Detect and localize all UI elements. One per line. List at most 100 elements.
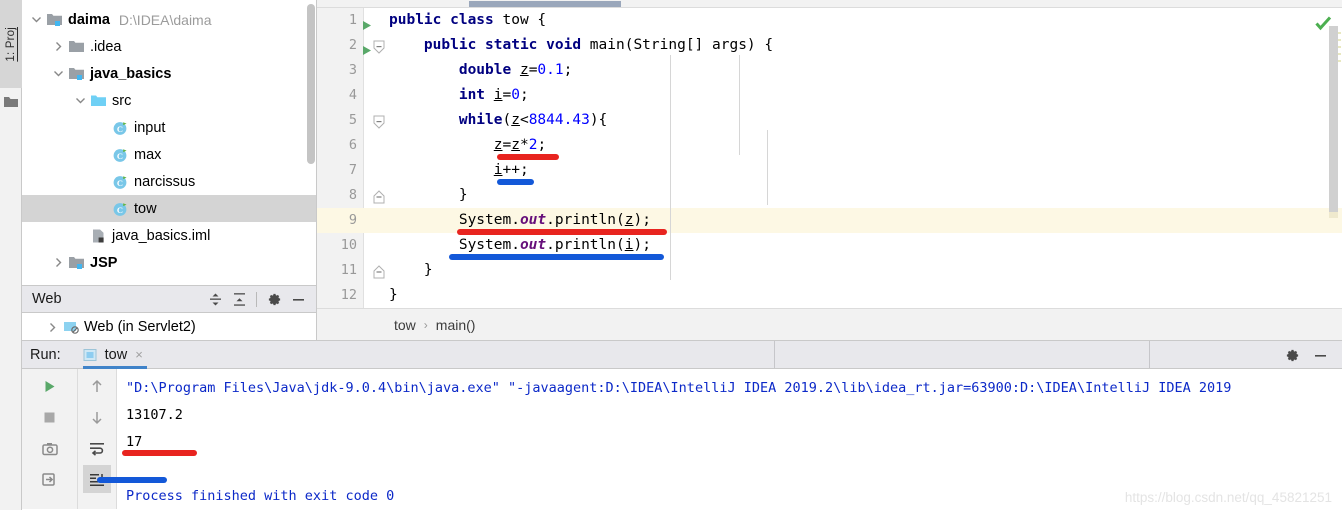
gear-icon[interactable] bbox=[1278, 342, 1306, 370]
tree-item--idea[interactable]: .idea bbox=[22, 33, 316, 60]
fold-end-icon[interactable] bbox=[373, 188, 387, 204]
code-line-11[interactable]: 11 } bbox=[317, 258, 1342, 283]
chevron-right-icon[interactable] bbox=[50, 38, 67, 55]
tree-no-arrow bbox=[94, 173, 111, 190]
tree-item-max[interactable]: Cmax bbox=[22, 141, 316, 168]
run-gutter-icon[interactable] bbox=[361, 40, 372, 55]
editor-vertical-scrollbar[interactable] bbox=[1329, 26, 1338, 212]
editor-marker-strip bbox=[1338, 32, 1341, 67]
code-line-7[interactable]: 7 i++; bbox=[317, 158, 1342, 183]
code-line-3[interactable]: 3 double z=0.1; bbox=[317, 58, 1342, 83]
web-panel-title: Web bbox=[32, 291, 62, 307]
code-line-1[interactable]: 1 public class tow { bbox=[317, 8, 1342, 33]
chevron-down-icon[interactable] bbox=[72, 92, 89, 109]
arrow-up-icon[interactable] bbox=[83, 372, 111, 400]
minimize-icon[interactable] bbox=[286, 288, 310, 310]
tree-no-arrow bbox=[94, 200, 111, 217]
module-folder-icon bbox=[67, 254, 86, 271]
code-line-2[interactable]: 2 public static void main(String[] args)… bbox=[317, 33, 1342, 58]
code-text: } bbox=[389, 187, 468, 203]
code-line-12[interactable]: 12} bbox=[317, 283, 1342, 308]
soft-wrap-icon[interactable] bbox=[83, 434, 111, 462]
fold-expanded-icon[interactable] bbox=[373, 38, 387, 54]
console-line: 17 bbox=[126, 434, 143, 450]
tree-item-narcissus[interactable]: Cnarcissus bbox=[22, 168, 316, 195]
java-class-icon: C bbox=[111, 200, 130, 217]
tree-item-java-basics-iml[interactable]: java_basics.iml bbox=[22, 222, 316, 249]
tree-item-label: .idea bbox=[90, 38, 122, 55]
code-text: double z=0.1; bbox=[458, 62, 573, 78]
line-number: 10 bbox=[340, 237, 357, 253]
tree-item-label: max bbox=[134, 146, 162, 163]
collapse-all-icon[interactable] bbox=[227, 288, 251, 310]
project-tree-panel[interactable]: daima D:\IDEA\daima .idea java_basics src Cin… bbox=[22, 0, 317, 286]
code-line-5[interactable]: 5 while(z<8844.43){ bbox=[317, 108, 1342, 133]
tree-item-daima[interactable]: daima D:\IDEA\daima bbox=[22, 6, 316, 33]
web-panel-header: Web bbox=[22, 286, 316, 313]
tree-item-java-basics[interactable]: java_basics bbox=[22, 60, 316, 87]
breadcrumb-item-class[interactable]: tow bbox=[394, 317, 416, 333]
tree-item-src[interactable]: src bbox=[22, 87, 316, 114]
project-tree[interactable]: daima D:\IDEA\daima .idea java_basics src Cin… bbox=[22, 0, 316, 276]
rerun-button[interactable] bbox=[36, 372, 64, 400]
run-header-buttons bbox=[1278, 341, 1342, 370]
tree-item-tow[interactable]: Ctow bbox=[22, 195, 316, 222]
red-underline-output-z bbox=[122, 450, 197, 456]
run-gutter-icon[interactable] bbox=[361, 15, 372, 30]
blue-underline-code-i bbox=[497, 179, 534, 185]
code-text: public class tow { bbox=[389, 12, 547, 28]
camera-icon[interactable] bbox=[36, 434, 64, 462]
chevron-down-icon[interactable] bbox=[50, 65, 67, 82]
console-output[interactable]: "D:\Program Files\Java\jdk-9.0.4\bin\jav… bbox=[117, 369, 1342, 509]
line-number: 2 bbox=[348, 37, 357, 53]
chevron-down-icon[interactable] bbox=[28, 11, 45, 28]
run-tool-window: Run: tow × "D:\Program Files\Java\jdk-9.… bbox=[22, 340, 1342, 510]
web-tree-row-label: Web (in Servlet2) bbox=[84, 319, 196, 335]
indent-guide bbox=[670, 55, 671, 280]
red-underline-code-z bbox=[497, 154, 559, 160]
web-tree-row[interactable]: Web (in Servlet2) bbox=[22, 313, 316, 341]
fold-end-icon[interactable] bbox=[373, 263, 387, 279]
export-button[interactable] bbox=[36, 465, 64, 493]
code-editor[interactable]: 1 public class tow {2 public static void … bbox=[317, 8, 1342, 308]
java-class-icon: C bbox=[111, 146, 130, 163]
stop-button[interactable] bbox=[36, 403, 64, 431]
indent-guide bbox=[739, 55, 740, 155]
arrow-down-icon[interactable] bbox=[83, 403, 111, 431]
code-text: public static void main(String[] args) { bbox=[423, 37, 774, 53]
project-tree-scrollbar[interactable] bbox=[307, 4, 315, 164]
editor-horizontal-scrollbar[interactable] bbox=[469, 1, 621, 7]
gear-icon[interactable] bbox=[262, 288, 286, 310]
code-lines[interactable]: 1 public class tow {2 public static void … bbox=[317, 8, 1342, 308]
code-line-8[interactable]: 8 } bbox=[317, 183, 1342, 208]
run-tab-tow[interactable]: tow × bbox=[82, 340, 151, 369]
minimize-icon[interactable] bbox=[1306, 342, 1334, 370]
breadcrumb: tow › main() bbox=[317, 308, 1342, 340]
tree-no-arrow bbox=[72, 227, 89, 244]
tree-item-label: daima bbox=[68, 11, 110, 28]
svg-text:C: C bbox=[117, 178, 123, 188]
watermark: https://blog.csdn.net/qq_45821251 bbox=[1124, 490, 1332, 505]
chevron-right-icon[interactable] bbox=[44, 319, 61, 336]
java-class-icon: C bbox=[111, 173, 130, 190]
line-number: 5 bbox=[348, 112, 357, 128]
tree-no-arrow bbox=[94, 146, 111, 163]
code-line-6[interactable]: 6 z=z*2; bbox=[317, 133, 1342, 158]
chevron-right-icon[interactable] bbox=[50, 254, 67, 271]
code-text: } bbox=[389, 262, 433, 278]
tree-item-input[interactable]: Cinput bbox=[22, 114, 316, 141]
folder-icon[interactable] bbox=[3, 95, 19, 109]
breadcrumb-item-method[interactable]: main() bbox=[436, 317, 476, 333]
module-folder-icon bbox=[67, 65, 86, 82]
header-divider-1 bbox=[774, 341, 775, 368]
expand-all-icon[interactable] bbox=[203, 288, 227, 310]
toolbar-divider bbox=[256, 291, 257, 307]
tree-item-label: java_basics.iml bbox=[112, 227, 211, 244]
fold-expanded-icon[interactable] bbox=[373, 113, 387, 129]
close-icon[interactable]: × bbox=[135, 347, 143, 362]
code-line-4[interactable]: 4 int i=0; bbox=[317, 83, 1342, 108]
tree-item-jsp[interactable]: JSP bbox=[22, 249, 316, 276]
line-number: 4 bbox=[348, 87, 357, 103]
project-tool-tab[interactable]: 1: Proj bbox=[0, 0, 22, 88]
